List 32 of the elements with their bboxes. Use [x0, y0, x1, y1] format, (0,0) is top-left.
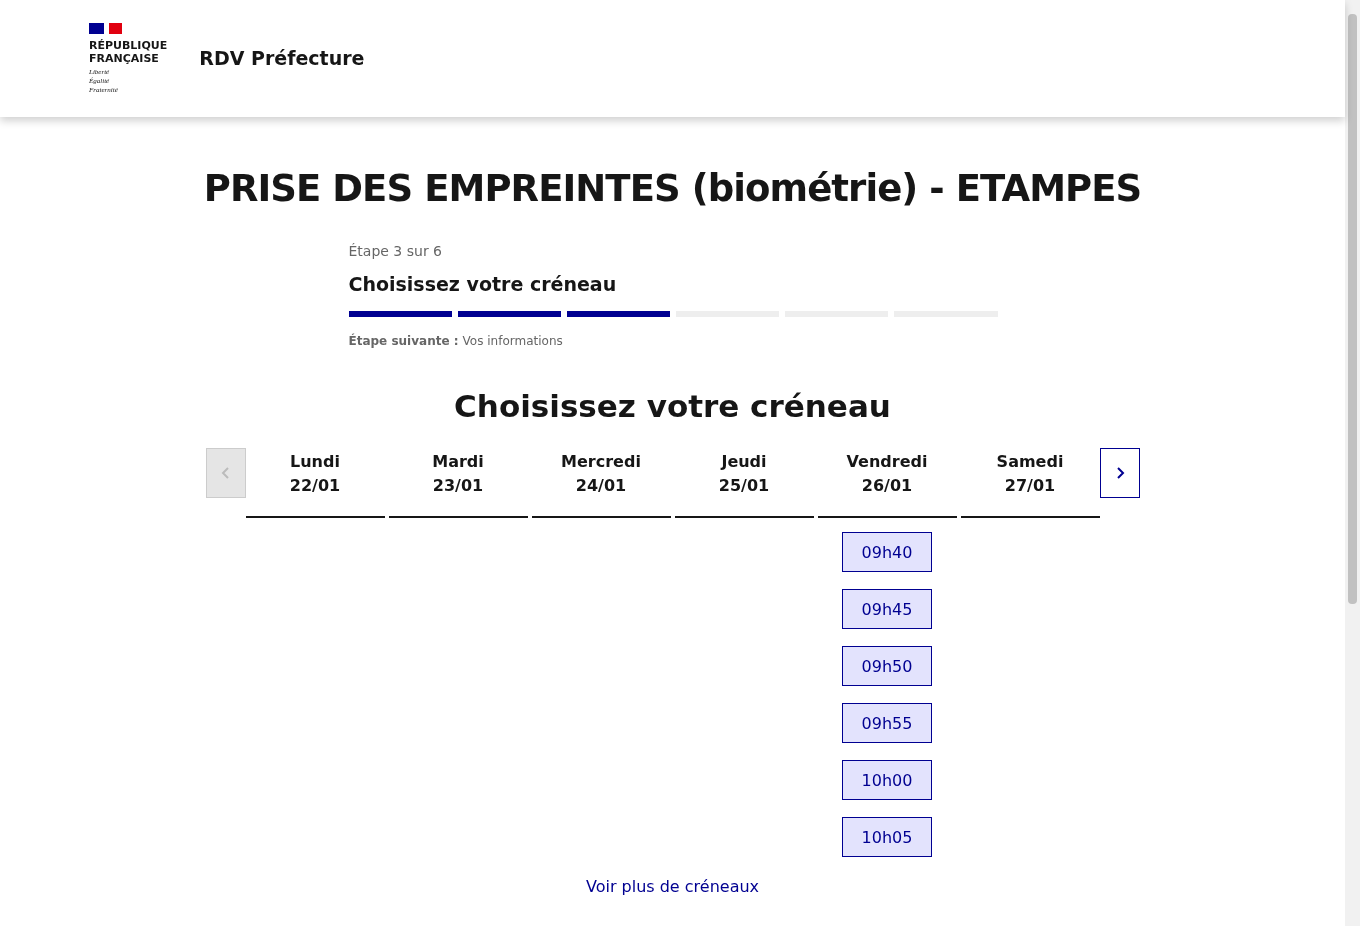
day-name: Vendredi [846, 450, 928, 473]
day-name: Samedi [996, 450, 1064, 473]
service-name: RDV Préfecture [199, 46, 365, 72]
flag-icon [89, 22, 122, 34]
next-step-label: Étape suivante : [348, 332, 459, 350]
chevron-right-icon [1114, 465, 1125, 480]
day-name: Mercredi [561, 450, 641, 473]
logo-text: FRANÇAISE [89, 51, 160, 65]
page-title: PRISE DES EMPREINTES (biométrie) - ETAMPES [203, 166, 1142, 212]
logo-text: RÉPUBLIQUE [89, 38, 168, 52]
time-slot-button[interactable]: 10h00 [842, 759, 932, 800]
step-title: Choisissez votre créneau [348, 272, 618, 297]
more-slots-link[interactable]: Voir plus de créneaux [585, 874, 760, 899]
next-step-value: Vos informations [462, 332, 563, 350]
day-date: 27/01 [1004, 474, 1056, 497]
day-date: 26/01 [861, 474, 913, 497]
time-slot-button[interactable]: 09h55 [842, 702, 932, 743]
day-name: Lundi [290, 450, 340, 473]
day-date: 23/01 [432, 474, 484, 497]
day-date: 25/01 [718, 474, 770, 497]
time-slot-button[interactable]: 10h05 [842, 816, 932, 857]
day-date: 24/01 [575, 474, 627, 497]
day-name: Jeudi [721, 450, 767, 473]
day-date: 22/01 [289, 474, 341, 497]
time-slot-button[interactable]: 09h40 [842, 531, 932, 572]
next-button[interactable] [1099, 447, 1140, 498]
time-slot-button[interactable]: 09h50 [842, 645, 932, 686]
step-counter: Étape 3 sur 6 [348, 242, 443, 261]
section-title: Choisissez votre créneau [454, 386, 891, 426]
chevron-left-icon [220, 465, 231, 480]
time-slot-button[interactable]: 09h45 [842, 588, 932, 629]
day-name: Mardi [432, 450, 484, 473]
